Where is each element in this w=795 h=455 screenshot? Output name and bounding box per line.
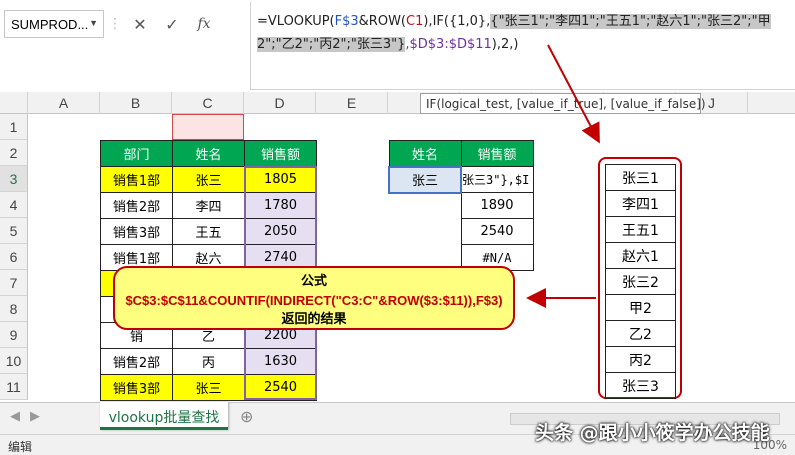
list-item: 甲2 xyxy=(605,294,676,321)
list-item: 张三1 xyxy=(605,164,676,191)
nav-next-icon[interactable]: ▶ xyxy=(30,409,40,424)
add-sheet-icon[interactable]: ⊕ xyxy=(240,407,253,426)
list-item: 乙2 xyxy=(605,320,676,347)
status-mode: 编辑 xyxy=(8,440,33,454)
list-item: 丙2 xyxy=(605,346,676,373)
list-item: 李四1 xyxy=(605,190,676,217)
watermark: 头条 @跟小小筱学办公技能 xyxy=(535,422,770,444)
arrow-to-results xyxy=(547,44,600,144)
list-item: 赵六1 xyxy=(605,242,676,269)
list-item: 张三2 xyxy=(605,268,676,295)
list-item: 王五1 xyxy=(605,216,676,243)
sheet-tab[interactable]: vlookup批量查找 xyxy=(100,402,228,430)
list-item: 张三3 xyxy=(605,372,676,399)
nav-prev-icon[interactable]: ◀ xyxy=(10,409,20,424)
result-list: 张三1 李四1 王五1 赵六1 张三2 甲2 乙2 丙2 张三3 xyxy=(605,164,676,399)
